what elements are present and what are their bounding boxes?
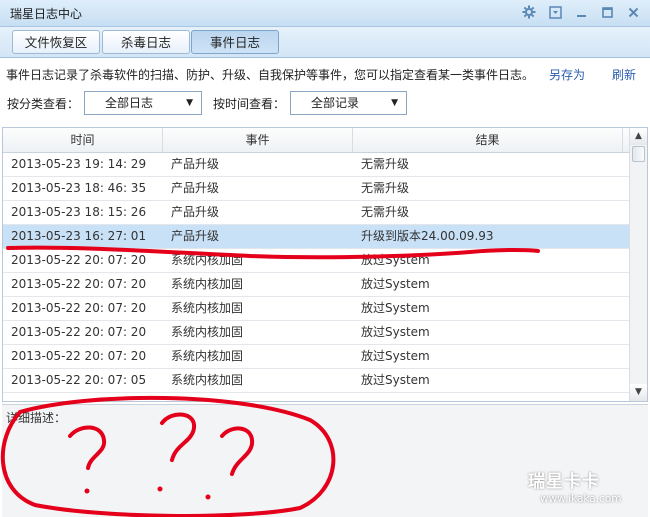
cell-event: 产品升级 <box>171 229 220 243</box>
cell-time: 2013-05-22 20: 07: 20 <box>11 253 147 267</box>
table-body: 2013-05-23 19: 14: 29 产品升级 无需升级 2013-05-23 … <box>3 153 631 393</box>
scroll-down-icon[interactable]: ▼ <box>630 384 647 401</box>
table-row[interactable]: 2013-05-22 20: 07: 20 系统内核加固 放过System <box>3 249 631 273</box>
cell-time: 2013-05-22 20: 07: 20 <box>11 325 147 339</box>
cell-time: 2013-05-23 18: 46: 35 <box>11 181 147 195</box>
cell-event: 系统内核加固 <box>171 373 244 387</box>
cell-event: 系统内核加固 <box>171 325 244 339</box>
cell-result: 升级到版本24.00.09.93 <box>361 229 494 243</box>
cell-event: 系统内核加固 <box>171 349 244 363</box>
cell-result: 无需升级 <box>361 205 410 219</box>
category-select-value: 全部日志 <box>105 96 154 110</box>
event-log-table: 时间 事件 结果 2013-05-23 19: 14: 29 产品升级 无需升级 20… <box>2 127 648 402</box>
tab-event-log[interactable]: 事件日志 <box>191 30 279 54</box>
cell-result: 放过System <box>361 301 430 315</box>
watermark: 瑞星卡卡 www.ikaka.com <box>520 463 648 515</box>
table-header: 时间 事件 结果 <box>3 128 631 153</box>
table-row[interactable]: 2013-05-23 18: 15: 26 产品升级 无需升级 <box>3 201 631 225</box>
cell-result: 放过System <box>361 277 430 291</box>
table-row[interactable]: 2013-05-23 19: 14: 29 产品升级 无需升级 <box>3 153 631 177</box>
time-select-value: 全部记录 <box>311 96 360 110</box>
refresh-link[interactable]: 刷新 <box>612 66 636 83</box>
table-row[interactable]: 2013-05-22 20: 07: 20 系统内核加固 放过System <box>3 345 631 369</box>
menu-icon[interactable] <box>544 3 566 21</box>
cell-event: 产品升级 <box>171 205 220 219</box>
chevron-down-icon: ▼ <box>186 98 193 108</box>
minimize-icon[interactable] <box>570 3 592 21</box>
cell-event: 产品升级 <box>171 157 220 171</box>
tab-file-recovery[interactable]: 文件恢复区 <box>12 30 100 54</box>
cell-time: 2013-05-22 20: 07: 20 <box>11 349 147 363</box>
chevron-down-icon: ▼ <box>391 98 398 108</box>
cell-time: 2013-05-22 20: 07: 05 <box>11 373 147 387</box>
detail-label: 详细描述： <box>6 411 67 425</box>
window-title: 瑞星日志中心 <box>10 7 83 21</box>
title-bar-buttons <box>518 3 644 21</box>
description-row: 事件日志记录了杀毒软件的扫描、防护、升级、自我保护等事件，您可以指定查看某一类事… <box>6 66 646 84</box>
watermark-logo: 瑞星卡卡 <box>528 472 600 492</box>
column-header-result[interactable]: 结果 <box>353 128 623 152</box>
category-select[interactable]: 全部日志 ▼ <box>84 91 202 115</box>
time-filter-label: 按时间查看： <box>213 97 286 111</box>
save-as-link[interactable]: 另存为 <box>549 66 585 83</box>
table-row[interactable]: 2013-05-22 20: 07: 20 系统内核加固 放过System <box>3 297 631 321</box>
cell-event: 产品升级 <box>171 181 220 195</box>
table-row[interactable]: 2013-05-22 20: 07: 20 系统内核加固 放过System <box>3 321 631 345</box>
column-header-event[interactable]: 事件 <box>163 128 353 152</box>
cell-result: 无需升级 <box>361 157 410 171</box>
cell-time: 2013-05-23 18: 15: 26 <box>11 205 147 219</box>
gear-icon[interactable] <box>518 3 540 21</box>
vertical-scrollbar[interactable]: ▲ ▼ <box>629 128 647 401</box>
maximize-icon[interactable] <box>596 3 618 21</box>
watermark-url: www.ikaka.com <box>540 493 622 505</box>
cell-result: 放过System <box>361 349 430 363</box>
cell-time: 2013-05-22 20: 07: 20 <box>11 277 147 291</box>
cell-time: 2013-05-23 19: 14: 29 <box>11 157 147 171</box>
cell-event: 系统内核加固 <box>171 253 244 267</box>
cell-result: 放过System <box>361 325 430 339</box>
title-bar[interactable]: 瑞星日志中心 <box>0 0 650 27</box>
description-text: 事件日志记录了杀毒软件的扫描、防护、升级、自我保护等事件，您可以指定查看某一类事… <box>6 68 535 82</box>
cell-event: 系统内核加固 <box>171 277 244 291</box>
table-row[interactable]: 2013-05-23 16: 27: 01 产品升级 升级到版本24.00.09.9… <box>3 225 631 249</box>
table-row[interactable]: 2013-05-23 18: 46: 35 产品升级 无需升级 <box>3 177 631 201</box>
cell-time: 2013-05-23 16: 27: 01 <box>11 229 147 243</box>
table-row[interactable]: 2013-05-22 20: 07: 20 系统内核加固 放过System <box>3 273 631 297</box>
tab-antivirus-log[interactable]: 杀毒日志 <box>102 30 190 54</box>
table-row[interactable]: 2013-05-22 20: 07: 05 系统内核加固 放过System <box>3 369 631 393</box>
time-select[interactable]: 全部记录 ▼ <box>290 91 407 115</box>
cell-result: 放过System <box>361 253 430 267</box>
category-filter-label: 按分类查看： <box>7 97 80 111</box>
tab-bar: 文件恢复区 杀毒日志 事件日志 <box>0 27 650 58</box>
cell-event: 系统内核加固 <box>171 301 244 315</box>
cell-result: 无需升级 <box>361 181 410 195</box>
column-header-time[interactable]: 时间 <box>3 128 163 152</box>
log-center-window: 瑞星日志中心 文件恢复区 杀毒日志 事件日志 事件日志记录了杀毒软件的扫描、防护… <box>0 0 650 517</box>
cell-result: 放过System <box>361 373 430 387</box>
close-icon[interactable] <box>622 3 644 21</box>
scroll-up-icon[interactable]: ▲ <box>630 128 647 145</box>
scroll-thumb[interactable] <box>632 146 645 162</box>
cell-time: 2013-05-22 20: 07: 20 <box>11 301 147 315</box>
